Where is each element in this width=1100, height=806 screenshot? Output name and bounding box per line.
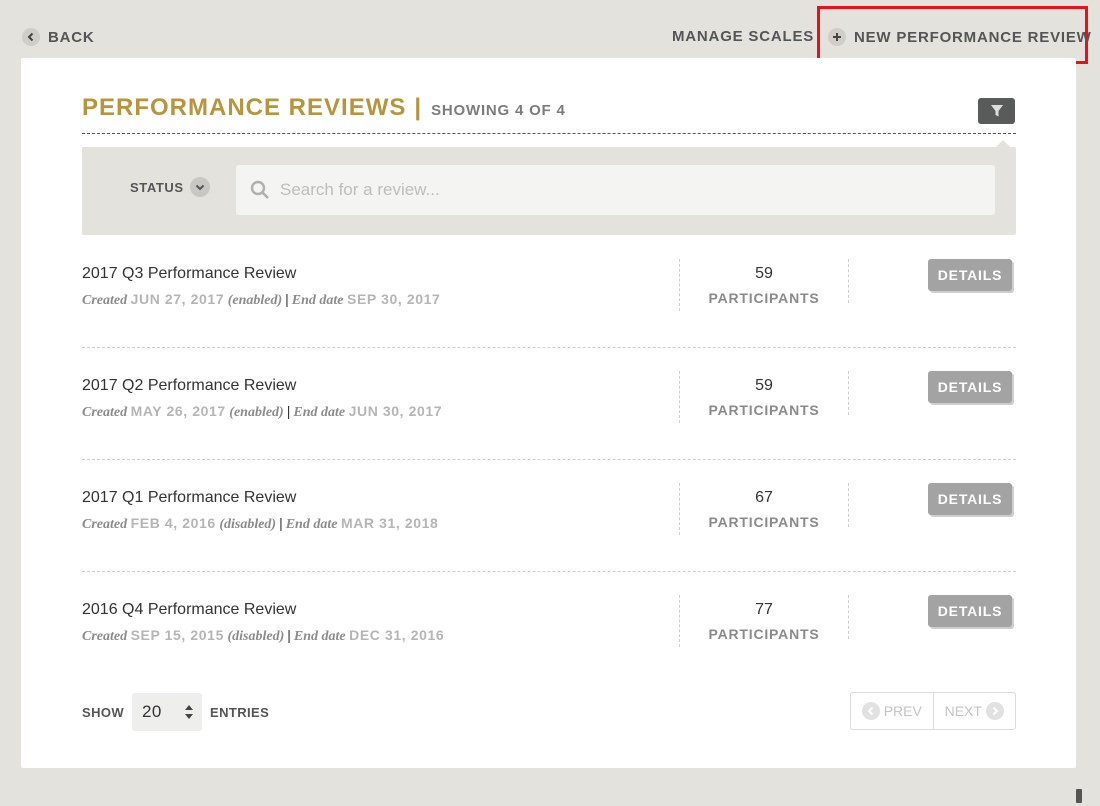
entries-control: SHOW 20 ENTRIES: [82, 693, 269, 731]
review-meta: Created JUN 27, 2017 (enabled) | End date …: [82, 291, 441, 308]
review-state: (enabled): [229, 405, 284, 420]
created-label: Created: [82, 405, 128, 420]
filter-funnel-icon: [990, 105, 1003, 117]
end-date: SEP 30, 2017: [347, 291, 441, 307]
participants-label: PARTICIPANTS: [708, 514, 820, 530]
manage-scales-link[interactable]: MANAGE SCALES: [672, 28, 814, 45]
end-date-label: End date: [293, 405, 346, 420]
entries-value: 20: [142, 702, 162, 721]
participants-label: PARTICIPANTS: [708, 402, 820, 418]
entries-label: ENTRIES: [210, 704, 270, 720]
review-name: 2017 Q2 Performance Review: [82, 377, 297, 394]
new-review-label: NEW PERFORMANCE REVIEW: [854, 28, 1092, 46]
showing-count: SHOWING 4 OF 4: [431, 102, 566, 119]
review-name: 2016 Q4 Performance Review: [82, 601, 297, 618]
status-filter-label: STATUS: [130, 179, 184, 195]
search-box: [236, 165, 995, 215]
review-state: (enabled): [227, 293, 283, 308]
review-name: 2017 Q3 Performance Review: [82, 265, 297, 282]
chevron-right-icon: [985, 702, 1004, 720]
review-row: 2017 Q2 Performance Review Created MAY 2…: [82, 371, 1016, 485]
review-meta: Created FEB 4, 2016 (disabled) | End date …: [82, 515, 439, 532]
title-separator: |: [414, 94, 422, 121]
participants-label: PARTICIPANTS: [708, 626, 820, 642]
filter-toggle-button[interactable]: [978, 98, 1015, 124]
review-row: 2017 Q3 Performance Review Created JUN 2…: [82, 259, 1016, 373]
end-date-label: End date: [291, 293, 344, 308]
participants-label: PARTICIPANTS: [708, 290, 820, 306]
up-down-arrows-icon: [185, 705, 194, 719]
end-date-label: End date: [285, 517, 338, 532]
column-divider: [848, 371, 849, 415]
heading-divider: [82, 133, 1016, 134]
created-date: FEB 4, 2016: [130, 515, 216, 531]
back-label: BACK: [48, 28, 95, 46]
pagination: PREV NEXT: [850, 692, 1016, 730]
review-name: 2017 Q1 Performance Review: [82, 489, 297, 506]
end-date: DEC 31, 2016: [349, 627, 445, 643]
column-divider: [848, 595, 849, 639]
prev-label: PREV: [883, 703, 922, 719]
details-button[interactable]: DETAILS: [928, 483, 1012, 515]
search-icon: [250, 180, 270, 200]
entries-per-page-select[interactable]: 20: [132, 693, 203, 731]
chevron-left-icon: [861, 702, 880, 720]
details-button[interactable]: DETAILS: [928, 595, 1012, 627]
page-title: PERFORMANCE REVIEWS: [82, 94, 407, 121]
row-divider: [82, 571, 1016, 572]
row-divider: [82, 347, 1016, 348]
filter-panel: STATUS: [82, 147, 1016, 235]
reviews-card: PERFORMANCE REVIEWS | SHOWING 4 OF 4 STA…: [21, 58, 1076, 768]
created-label: Created: [82, 517, 128, 532]
review-row: 2017 Q1 Performance Review Created FEB 4…: [82, 483, 1016, 597]
participant-count: 59: [755, 377, 773, 394]
show-label: SHOW: [82, 704, 125, 720]
participant-count: 77: [755, 601, 773, 618]
chevron-left-icon: [22, 28, 40, 46]
chevron-down-icon: [189, 177, 210, 197]
search-input[interactable]: [278, 179, 982, 201]
created-date: SEP 15, 2015: [130, 627, 224, 643]
participant-count: 67: [755, 489, 773, 506]
next-page-button[interactable]: NEXT: [932, 693, 1016, 729]
column-divider: [848, 483, 849, 527]
end-date-label: End date: [293, 629, 346, 644]
created-label: Created: [82, 293, 128, 308]
column-divider: [848, 259, 849, 303]
scrollbar-thumb[interactable]: [1076, 789, 1082, 803]
review-state: (disabled): [227, 629, 285, 644]
details-button[interactable]: DETAILS: [928, 259, 1012, 291]
details-button[interactable]: DETAILS: [928, 371, 1012, 403]
end-date: JUN 30, 2017: [348, 403, 443, 419]
new-performance-review-button[interactable]: NEW PERFORMANCE REVIEW: [828, 26, 1092, 48]
plus-icon: [828, 28, 846, 46]
status-filter-dropdown[interactable]: STATUS: [130, 177, 210, 197]
prev-page-button[interactable]: PREV: [851, 693, 933, 729]
review-state: (disabled): [219, 517, 277, 532]
review-meta: Created SEP 15, 2015 (disabled) | End date…: [82, 627, 445, 644]
created-date: MAY 26, 2017: [130, 403, 226, 419]
created-label: Created: [82, 629, 128, 644]
row-divider: [82, 459, 1016, 460]
review-meta: Created MAY 26, 2017 (enabled) | End date …: [82, 403, 443, 420]
end-date: MAR 31, 2018: [340, 515, 439, 531]
next-label: NEXT: [944, 703, 982, 719]
created-date: JUN 27, 2017: [130, 291, 225, 307]
back-button[interactable]: BACK: [22, 26, 95, 48]
page-heading: PERFORMANCE REVIEWS | SHOWING 4 OF 4: [82, 94, 566, 122]
participant-count: 59: [755, 265, 773, 282]
